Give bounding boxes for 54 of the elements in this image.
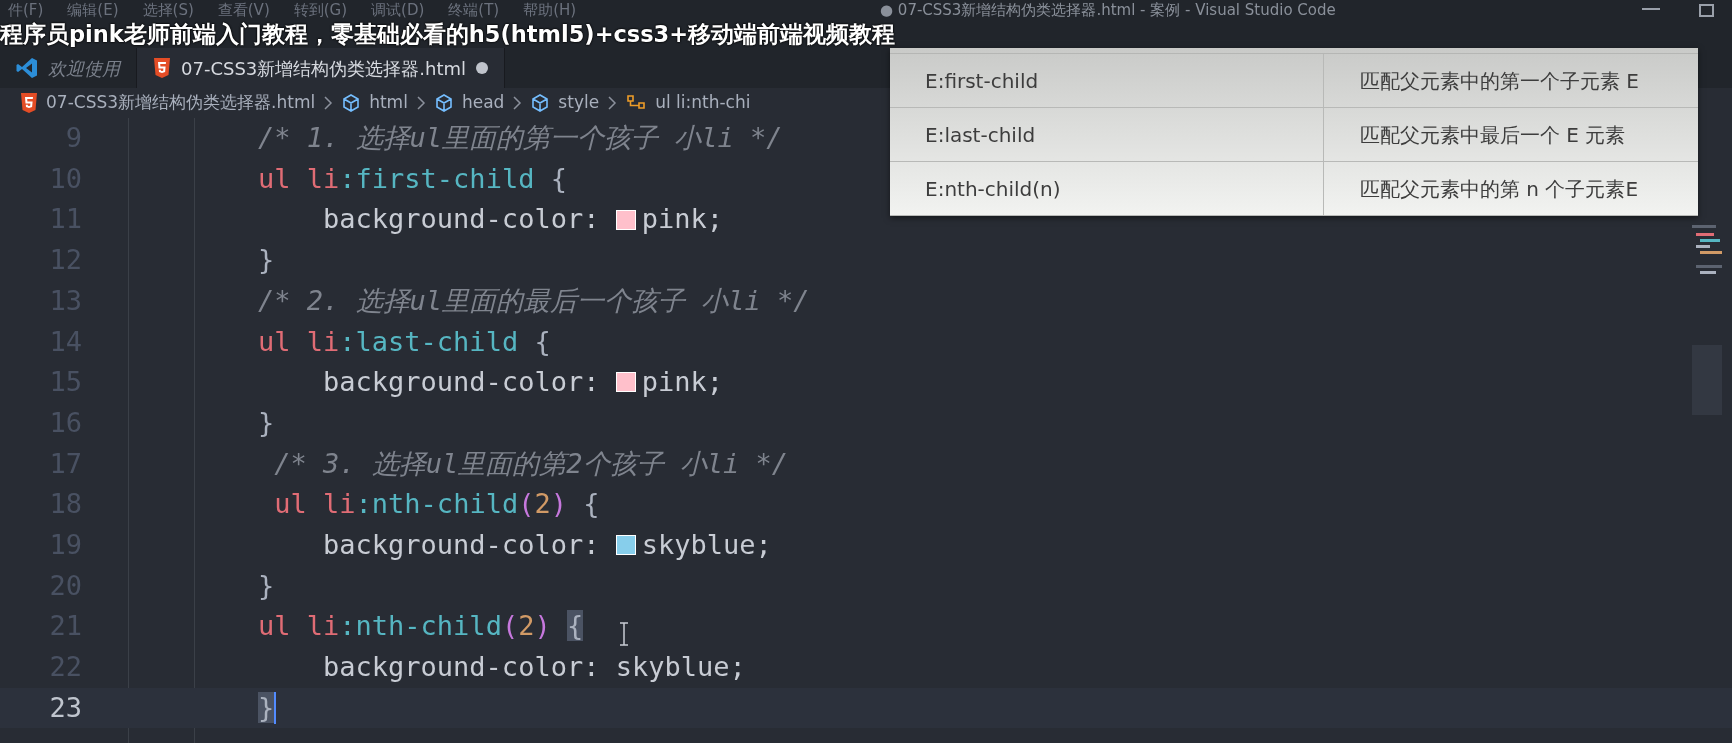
code-text: /* 2. 选择ul里面的最后一个孩子 小li */	[257, 283, 810, 318]
code-text: }	[257, 568, 275, 603]
text-cursor-icon	[618, 622, 630, 646]
cube-icon	[341, 93, 362, 113]
code-text: /* 1. 选择ul里面的第一个孩子 小li */	[257, 121, 783, 156]
code-text: }	[257, 243, 275, 278]
breadcrumb-item[interactable]: ul li:nth-chi	[655, 90, 751, 116]
code-text: ul li:last-child {	[257, 324, 551, 359]
breadcrumb-item[interactable]: html	[369, 90, 408, 116]
breadcrumb-item[interactable]: 07-CSS3新增结构伪类选择器.html	[46, 90, 316, 116]
window-title: ● 07-CSS3新增结构伪类选择器.html - 案例 - Visual Studio Code	[880, 0, 1336, 20]
line-number: 23	[48, 690, 82, 725]
table-cell-text: 匹配父元素中的第 n 个子元素E	[1359, 175, 1639, 203]
menu-item[interactable]: 调试(D)	[371, 0, 425, 20]
menu-item[interactable]: 件(F)	[8, 0, 44, 20]
table-cell: E:nth-child(n)	[890, 162, 1324, 215]
code-text: background-color: skyblue;	[322, 650, 746, 685]
code-text: }	[257, 405, 275, 440]
breadcrumb-item[interactable]: style	[558, 90, 600, 116]
maximize-icon[interactable]	[1698, 2, 1716, 18]
html5-file-icon	[20, 93, 38, 113]
menu-item[interactable]: 帮助(H)	[523, 0, 577, 20]
code-text: ul li:first-child {	[257, 161, 567, 196]
code-text: ul li:nth-child(2) {	[257, 609, 584, 644]
table-cell: E:first-child	[890, 54, 1324, 107]
code-text: background-color:	[322, 202, 601, 237]
table-cell-text: 匹配父元素中的第一个子元素 E	[1359, 67, 1639, 95]
video-caption: 程序员pink老师前端入门教程，零基础必看的h5(html5)+css3+移动端前端视频教程	[0, 21, 896, 47]
menu-item[interactable]: 查看(V)	[217, 0, 270, 20]
menu-item[interactable]: 选择(S)	[142, 0, 194, 20]
chevron-icon	[607, 95, 618, 111]
menu-item[interactable]: 转到(G)	[293, 0, 348, 20]
code-text: background-color:	[322, 527, 601, 562]
code-text: background-color:	[322, 365, 601, 400]
cube-icon	[530, 93, 551, 113]
chevron-icon	[512, 95, 523, 111]
menu-item[interactable]: 编辑(E)	[67, 0, 119, 20]
code-text: pink;	[641, 202, 723, 237]
menu-item[interactable]: 终端(T)	[448, 0, 500, 20]
code-text: ul li:nth-child(2) {	[273, 487, 600, 522]
code-text: pink;	[641, 365, 723, 400]
code-text: skyblue;	[641, 527, 772, 562]
code-text: /* 3. 选择ul里面的第2个孩子 小li */	[273, 446, 789, 481]
html5-file-icon	[153, 58, 171, 78]
editor-tab[interactable]: 07-CSS3新增结构伪类选择器.html	[137, 48, 505, 88]
table-cell-text: 匹配父元素中最后一个 E 元素	[1359, 121, 1626, 149]
breadcrumb-item[interactable]: head	[461, 90, 505, 116]
table-cell: E:last-child	[890, 108, 1324, 161]
cube-icon	[433, 93, 454, 113]
vscode-icon	[16, 57, 38, 79]
text-caret	[274, 691, 277, 724]
chevron-icon	[415, 95, 426, 111]
code-text: }	[257, 690, 275, 725]
chevron-icon	[323, 95, 334, 111]
